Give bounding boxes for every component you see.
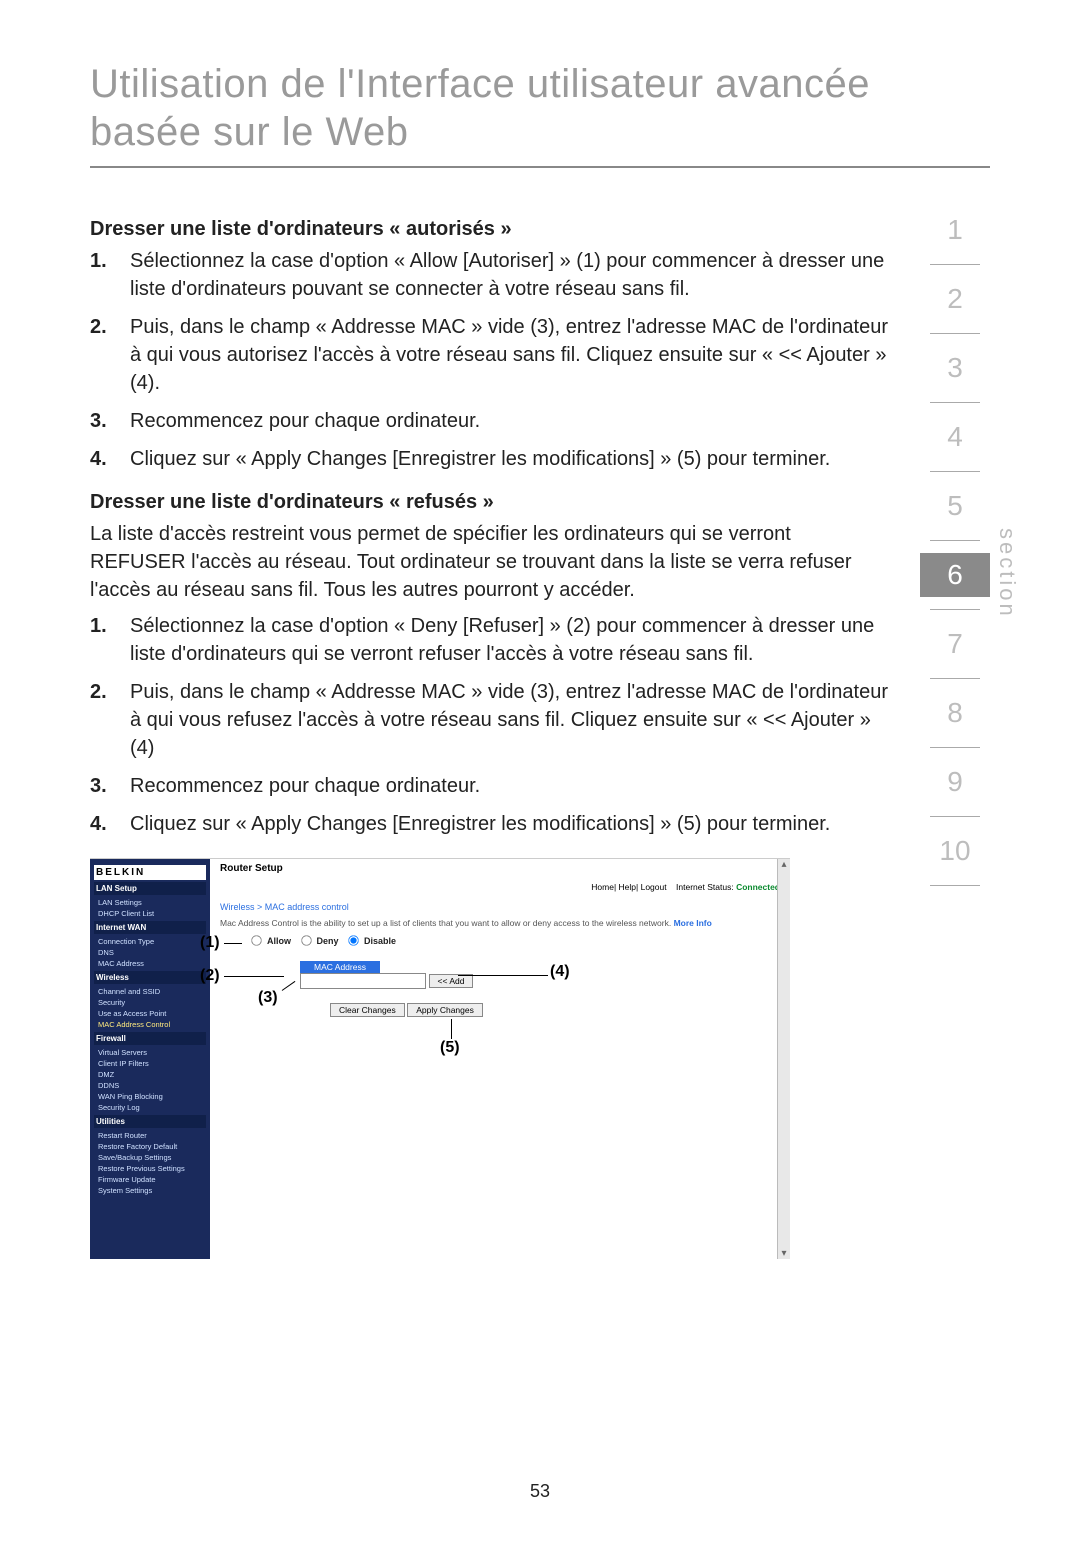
router-setup-label: Router Setup [220, 863, 780, 874]
step-text: Sélectionnez la case d'option « Deny [Re… [130, 612, 890, 668]
step-number: 1. [90, 247, 112, 303]
sidebar-item[interactable]: Client IP Filters [94, 1058, 206, 1069]
callout-4: (4) [550, 963, 570, 981]
sidebar-item[interactable]: Save/Backup Settings [94, 1152, 206, 1163]
sidebar-item[interactable]: Restore Factory Default [94, 1141, 206, 1152]
section-link-6-active[interactable]: 6 [920, 553, 990, 597]
allow-radio[interactable] [251, 935, 261, 945]
allowed-steps: 1. Sélectionnez la case d'option « Allow … [90, 247, 890, 473]
step-text: Recommencez pour chaque ordinateur. [130, 772, 480, 800]
sidebar-item[interactable]: DMZ [94, 1069, 206, 1080]
step-text: Cliquez sur « Apply Changes [Enregistrer… [130, 810, 830, 838]
section-link-8[interactable]: 8 [920, 691, 990, 735]
sidebar-cat-lan: LAN Setup [94, 882, 206, 895]
sidebar-item-active[interactable]: MAC Address Control [94, 1019, 206, 1030]
embedded-screenshot: BELKIN LAN Setup LAN Settings DHCP Clien… [90, 858, 790, 1259]
deny-radio[interactable] [301, 935, 311, 945]
sidebar-item[interactable]: Use as Access Point [94, 1008, 206, 1019]
scrollbar[interactable]: ▴ ▾ [777, 859, 790, 1259]
section-link-1[interactable]: 1 [920, 208, 990, 252]
sidebar-item[interactable]: WAN Ping Blocking [94, 1091, 206, 1102]
sidebar-cat-wireless: Wireless [94, 971, 206, 984]
page-number: 53 [0, 1481, 1080, 1502]
callout-2: (2) [200, 967, 220, 985]
denied-steps: 1. Sélectionnez la case d'option « Deny [… [90, 612, 890, 838]
section-link-5[interactable]: 5 [920, 484, 990, 528]
sidebar-item[interactable]: LAN Settings [94, 897, 206, 908]
step-text: Puis, dans le champ « Addresse MAC » vid… [130, 313, 890, 397]
breadcrumb: Wireless > MAC address control [220, 902, 780, 912]
more-info-link[interactable]: More Info [674, 918, 712, 928]
step-text: Cliquez sur « Apply Changes [Enregistrer… [130, 445, 830, 473]
step-number: 2. [90, 678, 112, 762]
sidebar-cat-wan: Internet WAN [94, 921, 206, 934]
sidebar-item[interactable]: Security Log [94, 1102, 206, 1113]
top-links[interactable]: Home| Help| Logout [591, 882, 666, 892]
sidebar-item[interactable]: DHCP Client List [94, 908, 206, 919]
sidebar-cat-firewall: Firewall [94, 1032, 206, 1045]
step-number: 4. [90, 810, 112, 838]
allow-label: Allow [267, 936, 291, 946]
sidebar-item[interactable]: Virtual Servers [94, 1047, 206, 1058]
sidebar-item[interactable]: Firmware Update [94, 1174, 206, 1185]
step-number: 2. [90, 313, 112, 397]
page-title: Utilisation de l'Interface utilisateur a… [90, 60, 990, 168]
sidebar-item[interactable]: Restart Router [94, 1130, 206, 1141]
disable-radio[interactable] [348, 935, 358, 945]
apply-changes-button[interactable]: Apply Changes [407, 1003, 483, 1017]
denied-heading: Dresser une liste d'ordinateurs « refusé… [90, 491, 890, 514]
sidebar-item[interactable]: DDNS [94, 1080, 206, 1091]
allow-deny-radio-row: Allow Deny Disable [250, 934, 780, 949]
step-text: Recommencez pour chaque ordinateur. [130, 407, 480, 435]
section-link-9[interactable]: 9 [920, 760, 990, 804]
router-sidebar: BELKIN LAN Setup LAN Settings DHCP Clien… [90, 859, 210, 1259]
sidebar-item[interactable]: Connection Type [94, 936, 206, 947]
mac-address-input[interactable] [300, 973, 426, 989]
step-number: 4. [90, 445, 112, 473]
denied-intro: La liste d'accès restreint vous permet d… [90, 520, 890, 604]
mac-address-column-header: MAC Address [300, 961, 380, 973]
step-text: Sélectionnez la case d'option « Allow [A… [130, 247, 890, 303]
clear-changes-button[interactable]: Clear Changes [330, 1003, 405, 1017]
section-link-3[interactable]: 3 [920, 346, 990, 390]
step-number: 1. [90, 612, 112, 668]
section-link-7[interactable]: 7 [920, 622, 990, 666]
disable-label: Disable [364, 936, 396, 946]
section-vertical-label: section [994, 528, 1020, 619]
step-number: 3. [90, 407, 112, 435]
section-link-4[interactable]: 4 [920, 415, 990, 459]
brand-logo: BELKIN [94, 865, 206, 880]
sidebar-item[interactable]: System Settings [94, 1185, 206, 1196]
section-link-10[interactable]: 10 [920, 829, 990, 873]
scroll-up-icon[interactable]: ▴ [778, 859, 790, 870]
step-text: Puis, dans le champ « Addresse MAC » vid… [130, 678, 890, 762]
sidebar-item[interactable]: Security [94, 997, 206, 1008]
allowed-heading: Dresser une liste d'ordinateurs « autori… [90, 218, 890, 241]
section-link-2[interactable]: 2 [920, 277, 990, 321]
router-main-panel: Router Setup Home| Help| Logout Internet… [210, 859, 790, 1259]
callout-3: (3) [258, 989, 278, 1007]
main-content: Dresser une liste d'ordinateurs « autori… [90, 208, 890, 1259]
section-nav: 1 2 3 4 5 6 7 8 9 10 section [920, 208, 990, 1259]
callout-1: (1) [200, 934, 220, 952]
sidebar-item[interactable]: DNS [94, 947, 206, 958]
status-label: Internet Status: [676, 882, 734, 892]
status-value: Connected [736, 882, 780, 892]
sidebar-item[interactable]: Restore Previous Settings [94, 1163, 206, 1174]
sidebar-item[interactable]: Channel and SSID [94, 986, 206, 997]
step-number: 3. [90, 772, 112, 800]
scroll-down-icon[interactable]: ▾ [778, 1248, 790, 1259]
callout-5: (5) [440, 1039, 460, 1057]
sidebar-item[interactable]: MAC Address [94, 958, 206, 969]
mac-control-description: Mac Address Control is the ability to se… [220, 918, 780, 928]
deny-label: Deny [317, 936, 339, 946]
sidebar-cat-utilities: Utilities [94, 1115, 206, 1128]
router-topbar: Home| Help| Logout Internet Status: Conn… [220, 882, 780, 892]
